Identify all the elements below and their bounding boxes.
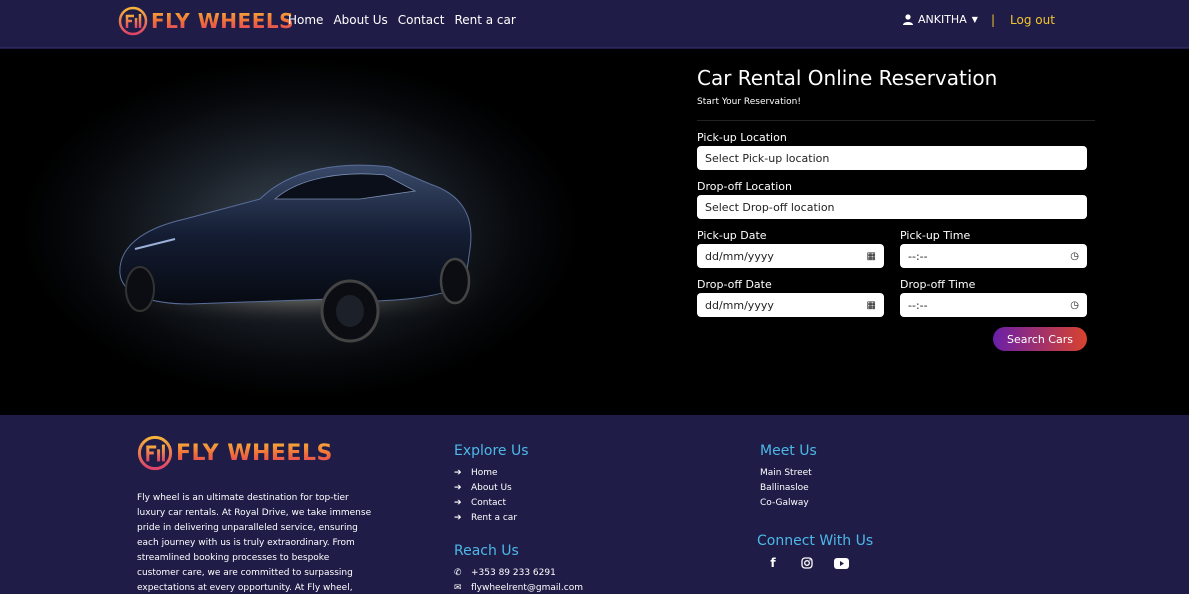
list-item: ➔ Contact: [454, 495, 517, 510]
dropoff-location-label: Drop-off Location: [697, 180, 792, 193]
hero-section: Car Rental Online Reservation Start Your…: [0, 49, 1189, 415]
explore-heading: Explore Us: [454, 443, 529, 459]
pickup-time-value: --:--: [908, 249, 928, 263]
youtube-glyph-icon: [833, 557, 849, 569]
arrow-circle-icon: ➔: [454, 482, 462, 493]
footer-contact-link[interactable]: Contact: [471, 498, 506, 508]
nav-links: Home About Us Contact Rent a car: [288, 13, 516, 27]
nav-rent-link[interactable]: Rent a car: [454, 13, 515, 27]
pickup-location-value: Select Pick-up location: [705, 151, 830, 165]
address-list: Main Street Ballinasloe Co-Galway: [760, 465, 812, 510]
address-line: Co-Galway: [760, 497, 809, 508]
facebook-icon[interactable]: f: [764, 555, 782, 571]
calendar-icon[interactable]: ▦: [867, 251, 876, 262]
logo-mark-icon: [118, 6, 148, 36]
pickup-time-label: Pick-up Time: [900, 229, 971, 242]
footer-home-link[interactable]: Home: [471, 468, 498, 478]
dropoff-location-select[interactable]: Select Drop-off location: [697, 195, 1087, 219]
pickup-time-input[interactable]: --:-- ◷: [900, 244, 1087, 268]
footer-email[interactable]: flywheelrent@gmail.com: [471, 583, 583, 593]
meet-heading: Meet Us: [760, 443, 817, 459]
instagram-glyph-icon: [801, 557, 813, 569]
reach-list: ✆ +353 89 233 6291 ✉ flywheelrent@gmail.co…: [454, 565, 583, 594]
navbar: FLY WHEELS Home About Us Contact Rent a …: [0, 0, 1189, 48]
address-line: Ballinasloe: [760, 482, 809, 493]
pickup-location-select[interactable]: Select Pick-up location: [697, 146, 1087, 170]
user-menu-dropdown[interactable]: ANKITHA ▼: [903, 13, 978, 26]
pickup-date-value: dd/mm/yyyy: [705, 249, 774, 263]
footer-phone: +353 89 233 6291: [471, 567, 556, 578]
form-title: Car Rental Online Reservation: [697, 66, 998, 90]
instagram-icon[interactable]: [798, 555, 816, 571]
nav-contact-link[interactable]: Contact: [398, 13, 445, 27]
list-item: ➔ Home: [454, 465, 517, 480]
calendar-icon[interactable]: ▦: [867, 300, 876, 311]
pickup-location-label: Pick-up Location: [697, 131, 787, 144]
brand-name: FLY WHEELS: [151, 9, 295, 33]
pickup-date-input[interactable]: dd/mm/yyyy ▦: [697, 244, 884, 268]
dropoff-date-value: dd/mm/yyyy: [705, 298, 774, 312]
envelope-icon: ✉: [454, 582, 462, 593]
brand-logo[interactable]: FLY WHEELS: [118, 6, 294, 36]
nav-home-link[interactable]: Home: [288, 13, 323, 27]
caret-down-icon: ▼: [971, 15, 978, 24]
form-subtitle: Start Your Reservation!: [697, 97, 801, 107]
dropoff-time-input[interactable]: --:-- ◷: [900, 293, 1087, 317]
form-divider: [697, 120, 1095, 121]
list-item: ➔ About Us: [454, 480, 517, 495]
dropoff-date-input[interactable]: dd/mm/yyyy ▦: [697, 293, 884, 317]
clock-icon[interactable]: ◷: [1070, 251, 1079, 262]
list-item: ➔ Rent a car: [454, 510, 517, 525]
search-cars-button[interactable]: Search Cars: [993, 327, 1087, 351]
arrow-circle-icon: ➔: [454, 512, 462, 523]
sports-car-illustration: [90, 164, 510, 343]
arrow-circle-icon: ➔: [454, 467, 462, 478]
dropoff-location-value: Select Drop-off location: [705, 200, 835, 214]
footer: FLY WHEELS Fly wheel is an ultimate dest…: [0, 415, 1189, 594]
footer-logo: FLY WHEELS: [137, 435, 333, 471]
dropoff-date-label: Drop-off Date: [697, 278, 772, 291]
address-line: Main Street: [760, 467, 812, 478]
list-item: ✉ flywheelrent@gmail.com: [454, 580, 583, 594]
footer-rent-link[interactable]: Rent a car: [471, 513, 517, 523]
hero-car-image: [0, 49, 588, 415]
logo-mark-icon: [137, 435, 173, 471]
connect-heading: Connect With Us: [757, 533, 874, 549]
dropoff-time-value: --:--: [908, 298, 928, 312]
reach-heading: Reach Us: [454, 543, 519, 559]
explore-list: ➔ Home ➔ About Us ➔ Contact ➔ Rent a car: [454, 465, 517, 525]
dropoff-time-label: Drop-off Time: [900, 278, 976, 291]
list-item: ✆ +353 89 233 6291: [454, 565, 583, 580]
youtube-icon[interactable]: [832, 555, 850, 571]
nav-about-link[interactable]: About Us: [333, 13, 387, 27]
footer-description: Fly wheel is an ultimate destination for…: [137, 493, 372, 593]
phone-icon: ✆: [454, 567, 462, 578]
pickup-date-label: Pick-up Date: [697, 229, 767, 242]
arrow-circle-icon: ➔: [454, 497, 462, 508]
footer-brand-name: FLY WHEELS: [176, 440, 333, 466]
clock-icon[interactable]: ◷: [1070, 300, 1079, 311]
footer-about-link[interactable]: About Us: [471, 483, 512, 493]
nav-separator: |: [991, 13, 996, 27]
user-icon: [903, 14, 913, 25]
social-links: f: [764, 555, 850, 571]
user-name: ANKITHA: [918, 13, 967, 26]
logout-link[interactable]: Log out: [1010, 13, 1055, 27]
